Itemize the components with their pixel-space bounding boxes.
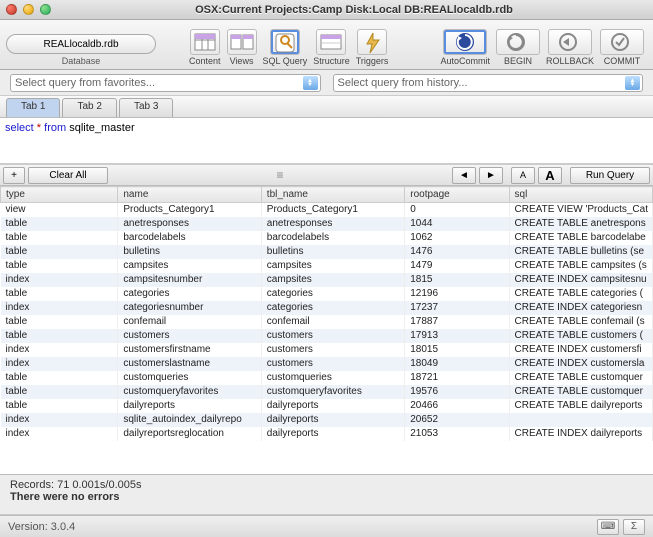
table-row[interactable]: viewProducts_Category1Products_Category1…	[1, 203, 653, 217]
column-header-sql[interactable]: sql	[509, 187, 652, 203]
table-row[interactable]: tablecustomerscustomers17913CREATE TABLE…	[1, 329, 653, 343]
content-icon	[190, 29, 220, 55]
content-button[interactable]: Content	[189, 29, 221, 66]
begin-icon	[496, 29, 540, 55]
status-bar: Records: 71 0.001s/0.005s There were no …	[0, 475, 653, 515]
drag-handle-icon[interactable]: ≡	[108, 168, 452, 182]
views-icon	[227, 29, 257, 55]
status-records: Records: 71 0.001s/0.005s	[10, 479, 643, 491]
run-query-button[interactable]: Run Query	[570, 167, 650, 184]
chevron-updown-icon[interactable]: ▲▼	[303, 76, 318, 90]
status-errors: There were no errors	[10, 491, 643, 503]
column-header-rootpage[interactable]: rootpage	[405, 187, 509, 203]
views-button[interactable]: Views	[227, 29, 257, 66]
database-selector-caption: Database	[62, 56, 101, 66]
table-row[interactable]: indexdailyreportsreglocationdailyreports…	[1, 427, 653, 441]
titlebar: OSX:Current Projects:Camp Disk:Local DB:…	[0, 0, 653, 20]
table-row[interactable]: indexcampsitesnumbercampsites1815CREATE …	[1, 273, 653, 287]
prev-button[interactable]: ◄	[452, 167, 476, 184]
table-row[interactable]: indexcategoriesnumbercategories17237CREA…	[1, 301, 653, 315]
begin-button[interactable]: BEGIN	[496, 29, 540, 66]
structure-button[interactable]: Structure	[313, 29, 350, 66]
history-placeholder: Select query from history...	[338, 77, 468, 89]
table-row[interactable]: tableanetresponsesanetresponses1044CREAT…	[1, 217, 653, 231]
column-header-name[interactable]: name	[118, 187, 261, 203]
table-row[interactable]: tablecategoriescategories12196CREATE TAB…	[1, 287, 653, 301]
next-button[interactable]: ►	[479, 167, 503, 184]
table-row[interactable]: tablebarcodelabelsbarcodelabels1062CREAT…	[1, 231, 653, 245]
editor-tab-3[interactable]: Tab 3	[119, 98, 173, 117]
results-grid[interactable]: typenametbl_namerootpagesql viewProducts…	[0, 186, 653, 475]
commit-button[interactable]: COMMIT	[600, 29, 644, 66]
version-label: Version: 3.0.4	[8, 521, 75, 533]
window-controls	[6, 4, 51, 15]
table-row[interactable]: tabledailyreportsdailyreports20466CREATE…	[1, 399, 653, 413]
keyboard-icon[interactable]: ⌨	[597, 519, 619, 535]
sigma-button[interactable]: Σ	[623, 519, 645, 535]
table-row[interactable]: tablecampsitescampsites1479CREATE TABLE …	[1, 259, 653, 273]
favorites-combo[interactable]: Select query from favorites... ▲▼	[10, 74, 321, 92]
results-table: typenametbl_namerootpagesql viewProducts…	[0, 186, 653, 441]
table-row[interactable]: tablecustomqueryfavoritescustomqueryfavo…	[1, 385, 653, 399]
editor-tabstrip: Tab 1Tab 2Tab 3	[0, 96, 653, 118]
table-row[interactable]: tablebulletinsbulletins1476CREATE TABLE …	[1, 245, 653, 259]
editor-action-row: + Clear All ≡ ◄ ► A A Run Query	[0, 164, 653, 186]
sqlquery-icon	[270, 29, 300, 55]
minimize-icon[interactable]	[23, 4, 34, 15]
font-smaller-button[interactable]: A	[511, 167, 535, 184]
footer-bar: Version: 3.0.4 ⌨ Σ	[0, 515, 653, 537]
table-row[interactable]: tablecustomqueriescustomqueries18721CREA…	[1, 371, 653, 385]
editor-tab-2[interactable]: Tab 2	[62, 98, 116, 117]
zoom-icon[interactable]	[40, 4, 51, 15]
column-header-type[interactable]: type	[1, 187, 118, 203]
table-row[interactable]: indexsqlite_autoindex_dailyrepodailyrepo…	[1, 413, 653, 427]
add-tab-button[interactable]: +	[3, 167, 25, 184]
triggers-button[interactable]: Triggers	[356, 29, 389, 66]
clear-all-button[interactable]: Clear All	[28, 167, 108, 184]
chevron-updown-icon[interactable]: ▲▼	[625, 76, 640, 90]
table-row[interactable]: indexcustomerslastnamecustomers18049CREA…	[1, 357, 653, 371]
window-title: OSX:Current Projects:Camp Disk:Local DB:…	[61, 4, 647, 16]
query-picker-row: Select query from favorites... ▲▼ Select…	[0, 70, 653, 96]
database-selector-button[interactable]: REALlocaldb.rdb	[6, 34, 156, 54]
sqlquery-button[interactable]: SQL Query	[263, 29, 308, 66]
history-combo[interactable]: Select query from history... ▲▼	[333, 74, 644, 92]
database-selector[interactable]: REALlocaldb.rdb Database	[6, 34, 156, 66]
triggers-icon	[357, 29, 387, 55]
main-toolbar: REALlocaldb.rdb Database ContentViewsSQL…	[0, 20, 653, 70]
autocommit-button[interactable]: AutoCommit	[440, 29, 490, 66]
sql-editor[interactable]: select * from sqlite_master	[0, 118, 653, 164]
rollback-icon	[548, 29, 592, 55]
rollback-button[interactable]: ROLLBACK	[546, 29, 594, 66]
structure-icon	[316, 29, 346, 55]
close-icon[interactable]	[6, 4, 17, 15]
table-row[interactable]: indexcustomersfirstnamecustomers18015CRE…	[1, 343, 653, 357]
autocommit-icon	[443, 29, 487, 55]
font-larger-button[interactable]: A	[538, 167, 562, 184]
commit-icon	[600, 29, 644, 55]
column-header-tbl_name[interactable]: tbl_name	[261, 187, 404, 203]
editor-tab-1[interactable]: Tab 1	[6, 98, 60, 117]
table-row[interactable]: tableconfemailconfemail17887CREATE TABLE…	[1, 315, 653, 329]
favorites-placeholder: Select query from favorites...	[15, 77, 155, 89]
